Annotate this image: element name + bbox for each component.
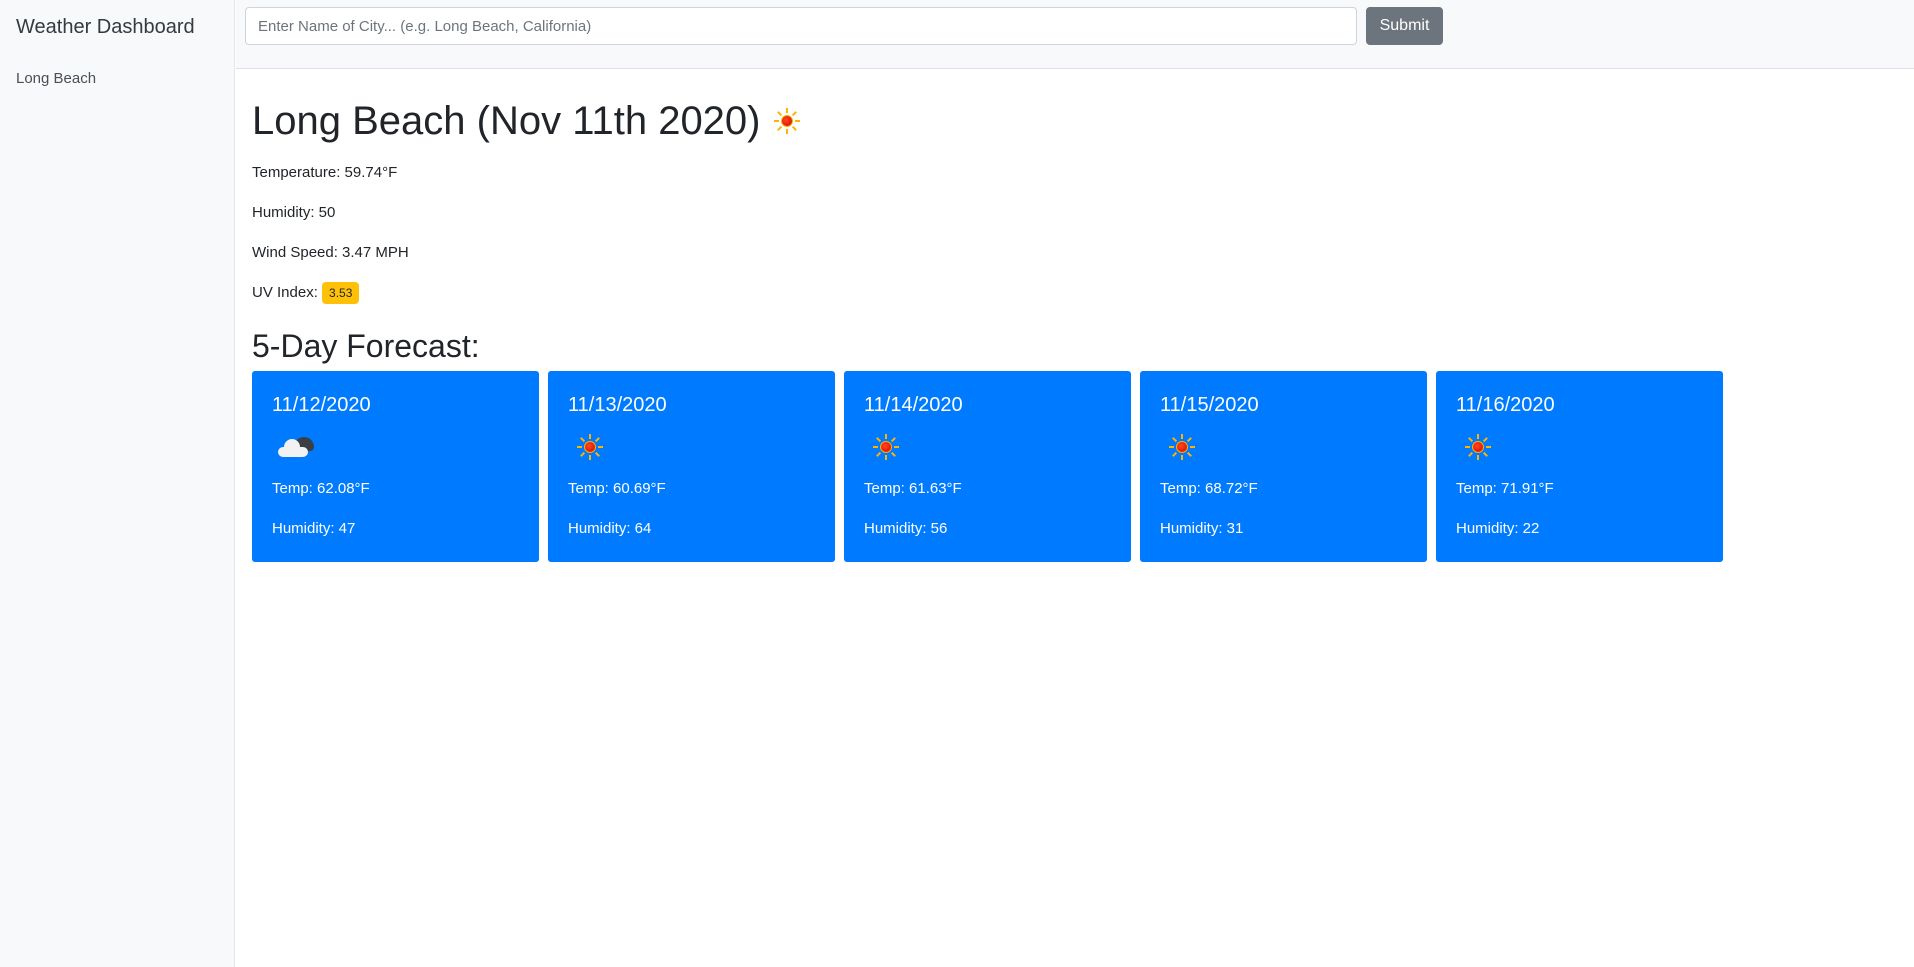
main-content: Long Beach (Nov 11th 2020) Temperature: … [252, 69, 1892, 563]
forecast-temp: Temp: 68.72°F [1160, 480, 1258, 498]
weather-dashboard-app: Weather Dashboard Long Beach Submit Long… [0, 0, 1914, 967]
forecast-temp: Temp: 61.63°F [864, 480, 962, 498]
city-date-title: Long Beach (Nov 11th 2020) [252, 99, 761, 143]
forecast-humidity: Humidity: 64 [568, 520, 652, 538]
forecast-card: 11/12/2020 Temp: 62.08°F Humidity: 47 [252, 371, 539, 563]
forecast-temp: Temp: 62.08°F [272, 480, 370, 498]
forecast-temp: Temp: 71.91°F [1456, 480, 1554, 498]
current-weather-heading: Long Beach (Nov 11th 2020) [252, 97, 1892, 145]
sun-icon [1464, 433, 1492, 461]
forecast-date: 11/15/2020 [1160, 394, 1259, 417]
current-weather: Long Beach (Nov 11th 2020) Temperature: … [252, 97, 1892, 305]
history-item-long-beach[interactable]: Long Beach [0, 66, 234, 91]
sun-icon [872, 433, 900, 461]
app-title: Weather Dashboard [16, 16, 195, 38]
forecast-card: 11/13/2020 Temp: 60.69°F Humidity: 64 [548, 371, 835, 563]
forecast-date: 11/12/2020 [272, 394, 371, 417]
forecast-temp: Temp: 60.69°F [568, 480, 666, 498]
current-uv-index: UV Index: 3.53 [252, 281, 1892, 305]
sun-icon [773, 107, 801, 135]
search-history-list: Long Beach [0, 66, 234, 91]
forecast-humidity: Humidity: 56 [864, 520, 948, 538]
forecast-humidity: Humidity: 47 [272, 520, 356, 538]
forecast-section: 5-Day Forecast: 11/12/2020 Temp: 62.08°F… [252, 327, 1892, 563]
current-humidity: Humidity: 50 [252, 204, 336, 221]
forecast-date: 11/14/2020 [864, 394, 963, 417]
forecast-date: 11/13/2020 [568, 394, 667, 417]
sun-icon [1168, 433, 1196, 461]
forecast-heading: 5-Day Forecast: [252, 328, 480, 364]
forecast-humidity: Humidity: 31 [1160, 520, 1244, 538]
search-bar: Submit [236, 0, 1914, 69]
forecast-humidity: Humidity: 22 [1456, 520, 1540, 538]
uv-index-badge: 3.53 [322, 282, 360, 305]
sun-icon [576, 433, 604, 461]
sidebar: Weather Dashboard Long Beach [0, 0, 235, 967]
cloud-icon [272, 427, 320, 463]
forecast-cards: 11/12/2020 Temp: 62.08°F Humidity: 47 11… [252, 371, 1892, 563]
current-temperature: Temperature: 59.74°F [252, 164, 398, 181]
forecast-card: 11/14/2020 Temp: 61.63°F Humidity: 56 [844, 371, 1131, 563]
city-search-input[interactable] [245, 7, 1357, 45]
submit-button[interactable]: Submit [1366, 7, 1443, 45]
uv-index-label: UV Index: [252, 284, 318, 301]
forecast-card: 11/15/2020 Temp: 68.72°F Humidity: 31 [1140, 371, 1427, 563]
current-wind-speed: Wind Speed: 3.47 MPH [252, 244, 409, 261]
forecast-date: 11/16/2020 [1456, 394, 1555, 417]
forecast-card: 11/16/2020 Temp: 71.91°F Humidity: 22 [1436, 371, 1723, 563]
